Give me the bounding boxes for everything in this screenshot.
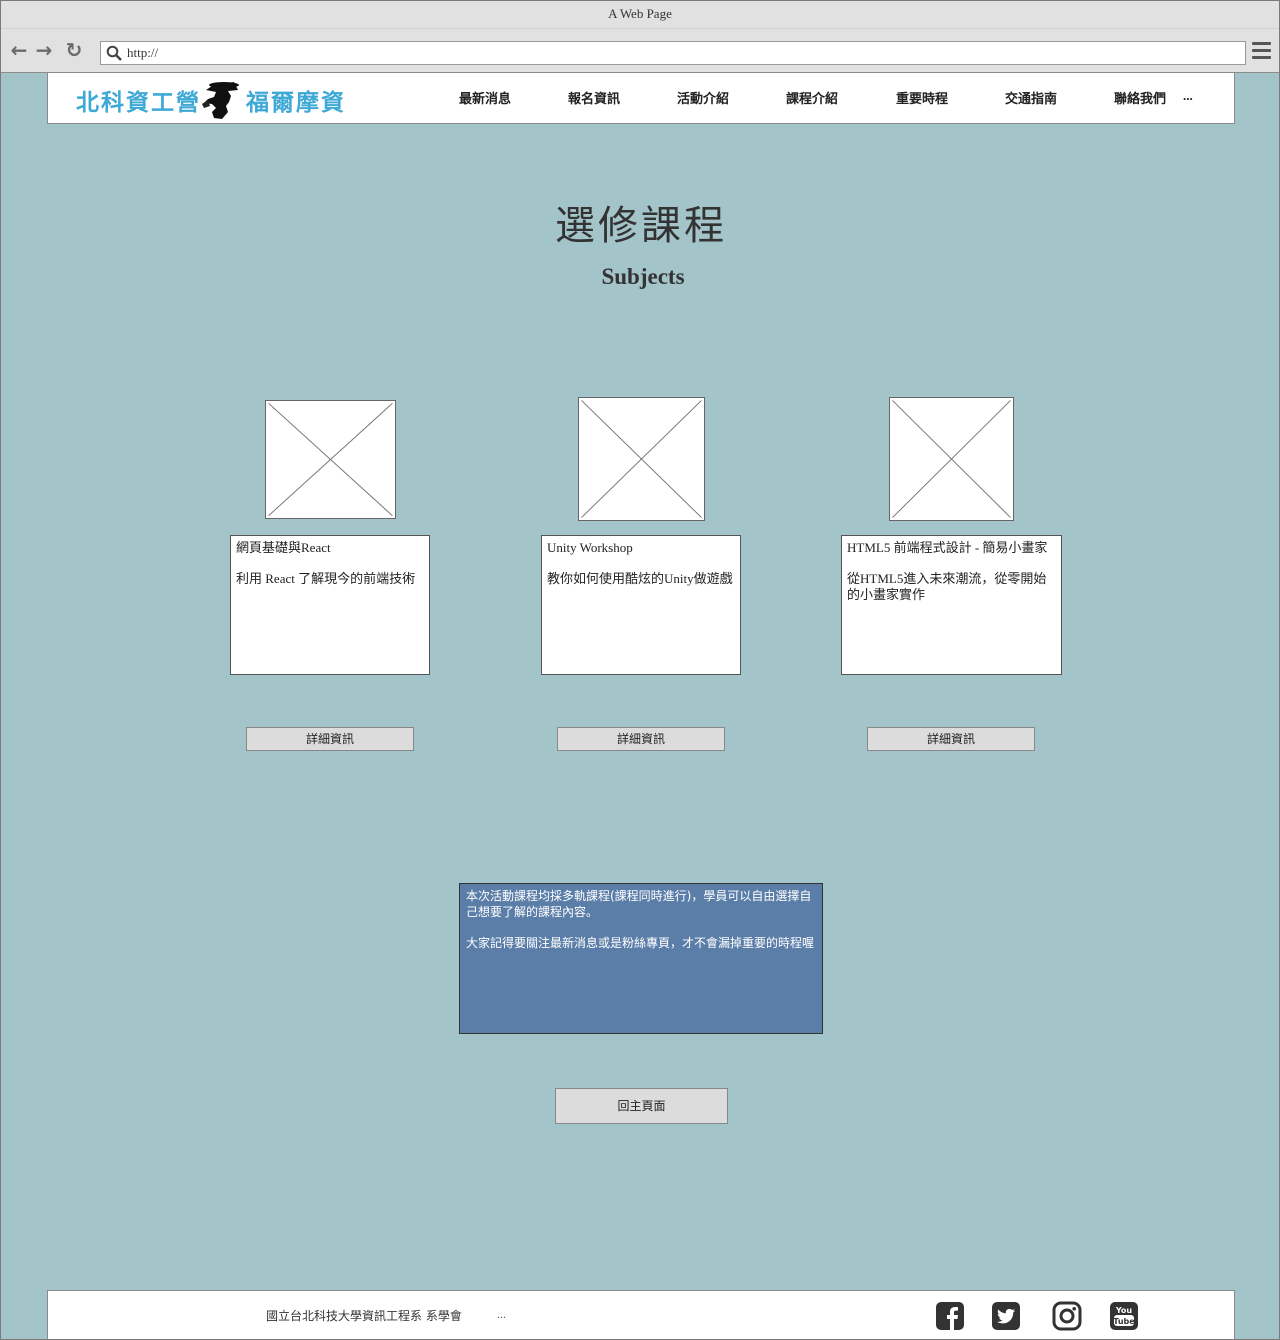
nav-item-contact[interactable]: 聯絡我們 [1114, 88, 1166, 107]
nav-item-activities[interactable]: 活動介紹 [677, 88, 729, 107]
course-description-box: Unity Workshop 教你如何使用酷炫的Unity做遊戲 [541, 535, 741, 675]
facebook-icon[interactable] [935, 1301, 965, 1331]
back-arrow-icon[interactable]: ← [8, 39, 30, 61]
window-title: A Web Page [1, 1, 1279, 29]
course-title: HTML5 前端程式設計 - 簡易小畫家 [847, 540, 1048, 555]
course-image-placeholder [578, 397, 705, 521]
instagram-icon[interactable] [1052, 1301, 1082, 1331]
reload-icon[interactable]: ↻ [63, 39, 85, 61]
twitter-icon[interactable] [991, 1301, 1021, 1331]
course-details-button[interactable]: 詳細資訊 [246, 727, 414, 751]
course-title: 網頁基礎與React [236, 540, 331, 555]
youtube-icon[interactable]: You Tube [1109, 1301, 1139, 1331]
url-text: http:// [127, 45, 159, 60]
course-description-box: 網頁基礎與React 利用 React 了解現今的前端技術 [230, 535, 430, 675]
page-subtitle: Subjects [601, 264, 685, 289]
svg-text:Tube: Tube [1113, 1317, 1135, 1326]
note-paragraph: 大家記得要關注最新消息或是粉絲專頁，才不會漏掉重要的時程喔 [466, 936, 815, 950]
browser-toolbar: ← → ↻ http:// [1, 29, 1279, 73]
course-details-button[interactable]: 詳細資訊 [557, 727, 725, 751]
nav-item-transportation[interactable]: 交通指南 [1005, 88, 1057, 107]
search-icon [106, 45, 122, 61]
footer-more: ... [497, 1307, 506, 1321]
page-title: 選修課程 [555, 203, 727, 249]
course-image-placeholder [265, 400, 396, 519]
footer-organization: 國立台北科技大學資訊工程系 系學會 [266, 1309, 462, 1323]
course-description: 教你如何使用酷炫的Unity做遊戲 [547, 571, 733, 586]
course-image-placeholder [889, 397, 1014, 521]
logo-text-right: 福爾摩資 [246, 90, 346, 116]
nav-item-more[interactable]: ... [1183, 88, 1193, 104]
nav-item-registration[interactable]: 報名資訊 [568, 88, 620, 107]
course-details-button[interactable]: 詳細資訊 [867, 727, 1035, 751]
site-header: 北科資工營 福爾摩資 最新消息 報名資訊 活動介紹 課程介紹 重要時程 交通指南… [47, 73, 1235, 124]
back-to-home-button[interactable]: 回主頁面 [555, 1088, 728, 1124]
nav-item-schedule[interactable]: 重要時程 [896, 88, 948, 107]
forward-arrow-icon[interactable]: → [33, 39, 55, 61]
site-footer: 國立台北科技大學資訊工程系 系學會 ... You Tube [47, 1290, 1235, 1339]
address-bar[interactable]: http:// [100, 41, 1246, 65]
nav-item-news[interactable]: 最新消息 [459, 88, 511, 107]
svg-text:You: You [1115, 1306, 1133, 1315]
course-title: Unity Workshop [547, 540, 633, 555]
browser-window: A Web Page ← → ↻ http:// 北科資工營 福爾摩資 最新消息 [0, 0, 1280, 1340]
course-info-note: 本次活動課程均採多軌課程(課程同時進行)，學員可以自由選擇自己想要了解的課程內容… [459, 883, 823, 1034]
nav-item-courses[interactable]: 課程介紹 [786, 88, 838, 107]
course-description: 利用 React 了解現今的前端技術 [236, 571, 416, 586]
note-paragraph: 本次活動課程均採多軌課程(課程同時進行)，學員可以自由選擇自己想要了解的課程內容… [466, 889, 812, 919]
course-description-box: HTML5 前端程式設計 - 簡易小畫家 從HTML5進入未來潮流，從零開始的小… [841, 535, 1062, 675]
site-logo[interactable]: 北科資工營 福爾摩資 [74, 74, 356, 121]
logo-text-left: 北科資工營 [76, 90, 201, 116]
hamburger-menu-icon[interactable] [1252, 42, 1272, 62]
detective-silhouette-icon [202, 82, 239, 119]
course-description: 從HTML5進入未來潮流，從零開始的小畫家實作 [847, 571, 1047, 602]
